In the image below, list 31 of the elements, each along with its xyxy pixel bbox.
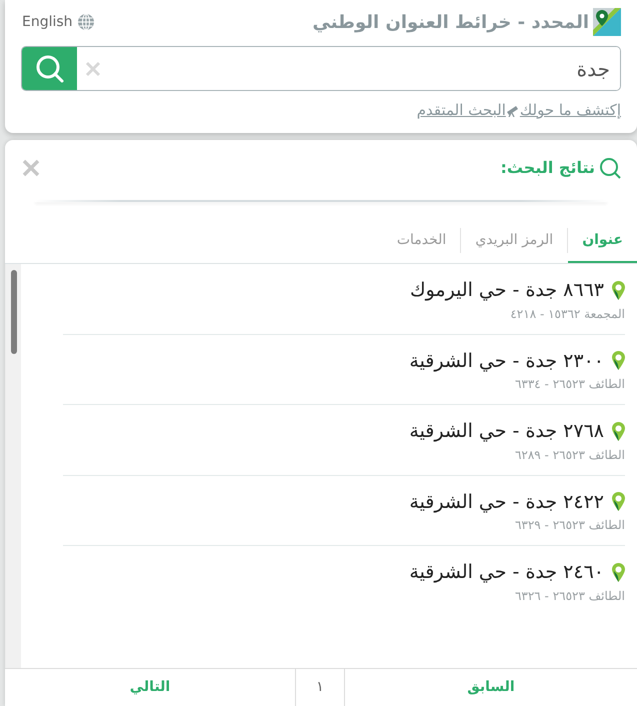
search-icon bbox=[34, 54, 64, 84]
result-title[interactable]: ٨٦٦٣ جدة - حي اليرموك bbox=[410, 276, 604, 304]
logo-icon bbox=[593, 8, 621, 36]
close-button[interactable] bbox=[21, 158, 41, 178]
pin-icon bbox=[612, 492, 625, 512]
search-bar[interactable]: جدة bbox=[21, 46, 621, 91]
result-subtitle: المجمعة ١٥٣٦٢ - ٤٢١٨ bbox=[509, 306, 625, 322]
telescope-icon bbox=[506, 103, 520, 118]
pin-icon bbox=[612, 280, 625, 300]
language-link[interactable]: English bbox=[21, 10, 96, 34]
result-subtitle: الطائف ٢٦٥٢٣ - ٦٣٢٩ bbox=[514, 517, 625, 534]
pin-icon bbox=[612, 422, 625, 441]
search-icon bbox=[599, 157, 621, 179]
result-subtitle: الطائف ٢٦٥٢٣ - ٦٣٣٤ bbox=[514, 376, 625, 393]
result-subtitle: الطائف ٢٦٥٢٣ - ٦٣٢٦ bbox=[514, 588, 625, 604]
result-title[interactable]: ٢٤٦٠ جدة - حي الشرقية bbox=[409, 558, 604, 586]
result-title[interactable]: ٢٤٢٢ جدة - حي الشرقية bbox=[409, 488, 604, 516]
globe-icon bbox=[76, 13, 95, 31]
discover-link[interactable]: إكتشف ما حولك bbox=[520, 99, 621, 122]
result-title[interactable]: ٢٣٠٠ جدة - حي الشرقية bbox=[409, 346, 604, 375]
results-title: نتائج البحث: bbox=[500, 157, 595, 179]
scrollbar[interactable] bbox=[5, 264, 21, 668]
pin-icon bbox=[612, 351, 625, 370]
pin-icon bbox=[612, 562, 625, 582]
advanced-search-link[interactable]: البحث المتقدم bbox=[416, 99, 506, 122]
page-number: ١ bbox=[295, 669, 345, 706]
close-icon bbox=[85, 60, 101, 77]
result-subtitle: الطائف ٢٦٥٢٣ - ٦٢٨٩ bbox=[514, 446, 625, 464]
search-button[interactable] bbox=[22, 47, 77, 90]
result-title[interactable]: ٢٧٦٨ جدة - حي الشرقية bbox=[409, 417, 604, 446]
app-title: المحدد - خرائط العنوان الوطني bbox=[312, 10, 589, 34]
